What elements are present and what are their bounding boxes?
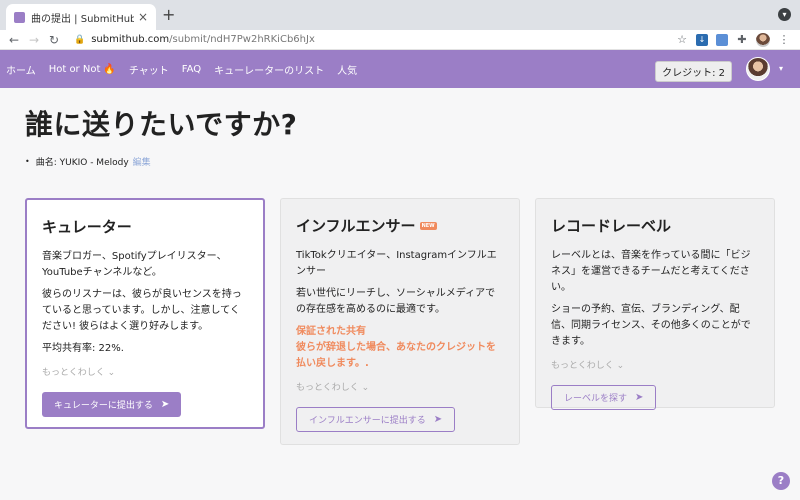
page-title: 誰に送りたいですか?: [25, 108, 298, 141]
url-host: submithub.com: [91, 34, 170, 45]
song-edit-link[interactable]: 編集: [133, 155, 151, 168]
user-menu-caret-icon[interactable]: ▾: [779, 64, 783, 73]
extension-photo-icon[interactable]: [716, 33, 728, 46]
nav-faq[interactable]: FAQ: [182, 64, 201, 75]
browser-toolbar: ← → ↻ 🔒 submithub.com /submit/ndH7Pw2hRK…: [0, 30, 800, 50]
nav-chat[interactable]: チャット: [129, 62, 169, 77]
button-label: キュレーターに提出する: [54, 400, 153, 410]
button-label: インフルエンサーに提出する: [309, 415, 426, 425]
url-path: /submit/ndH7Pw2hRKiCb6hJx: [169, 34, 315, 45]
new-tab-icon[interactable]: +: [162, 5, 175, 24]
guarantee-warning: 保証された共有 彼らが辞退した場合、あなたのクレジットを払い戻します。.: [296, 326, 496, 369]
learn-more-link[interactable]: もっとくわしく ⌄: [296, 380, 504, 393]
nav-hot-or-not[interactable]: Hot or Not 🔥: [49, 64, 116, 75]
site-navbar: ホーム Hot or Not 🔥 チャット FAQ キューレーターのリスト 人気 …: [0, 50, 800, 88]
card-title: キュレーター: [42, 218, 132, 236]
lock-icon: 🔒: [74, 34, 86, 45]
submission-options: キュレーター 音楽ブロガー、Spotifyプレイリスター、YouTubeチャンネ…: [25, 198, 775, 458]
main-content: 誰に送りたいですか? • 曲名: YUKIO - Melody 編集 キュレータ…: [0, 103, 800, 445]
send-icon: ➤: [160, 399, 170, 410]
nav-home[interactable]: ホーム: [6, 62, 36, 77]
button-label: レーベルを探す: [564, 393, 628, 403]
browser-tabbar: 曲の提出 | SubmitHub × + ▾: [0, 0, 800, 30]
learn-more-link[interactable]: もっとくわしく ⌄: [42, 365, 248, 378]
learn-more-link[interactable]: もっとくわしく ⌄: [551, 358, 759, 371]
card-title-text: インフルエンサー: [296, 217, 416, 235]
card-text: 平均共有率: 22%.: [42, 343, 124, 354]
curator-card[interactable]: キュレーター 音楽ブロガー、Spotifyプレイリスター、YouTubeチャンネ…: [25, 198, 265, 429]
back-icon[interactable]: ←: [6, 33, 22, 47]
submit-to-influencers-button[interactable]: インフルエンサーに提出する ➤: [296, 407, 456, 432]
tab-close-icon[interactable]: ×: [138, 10, 148, 24]
chrome-menu-icon[interactable]: ▾: [778, 8, 791, 21]
nav-curator-list[interactable]: キューレーターのリスト: [214, 62, 324, 77]
reload-icon[interactable]: ↻: [46, 33, 62, 47]
browser-tab[interactable]: 曲の提出 | SubmitHub ×: [6, 4, 156, 30]
card-text: 彼らのリスナーは、彼らが良いセンスを持っていると思っています。しかし、注意してく…: [42, 289, 242, 332]
forward-icon[interactable]: →: [26, 33, 42, 47]
extensions-puzzle-icon[interactable]: ✚: [736, 33, 748, 46]
card-text: 音楽ブロガー、Spotifyプレイリスター、YouTubeチャンネルなど。: [42, 251, 227, 278]
site-favicon: [14, 11, 25, 23]
user-avatar[interactable]: [746, 57, 770, 81]
card-text: TikTokクリエイター、Instagramインフルエンサー: [296, 250, 497, 277]
submit-to-curators-button[interactable]: キュレーターに提出する ➤: [42, 392, 182, 417]
bullet-icon: •: [25, 157, 30, 166]
card-text: ショーの予約、宣伝、ブランディング、配信、同期ライセンス、その他多くのことができ…: [551, 304, 751, 347]
record-label-card[interactable]: レコードレーベル レーベルとは、音楽を作っている間に「ビジネス」を運営できるチー…: [535, 198, 775, 410]
help-button[interactable]: ?: [772, 472, 790, 490]
fire-icon: 🔥: [103, 63, 116, 75]
song-label: 曲名: YUKIO - Melody: [35, 158, 129, 168]
bookmark-star-icon[interactable]: ☆: [676, 33, 688, 46]
browser-menu-icon[interactable]: ⋮: [778, 33, 790, 46]
card-text: 若い世代にリーチし、ソーシャルメディアでの存在感を高めるのに最適です。: [296, 288, 496, 315]
nav-popular[interactable]: 人気: [337, 62, 357, 77]
new-badge: NEW: [419, 221, 437, 230]
send-icon: ➤: [635, 392, 644, 403]
song-info: • 曲名: YUKIO - Melody 編集: [25, 155, 775, 168]
credits-badge[interactable]: クレジット: 2: [655, 61, 732, 82]
send-icon: ➤: [433, 414, 443, 425]
card-text: レーベルとは、音楽を作っている間に「ビジネス」を運営できるチームだと考えてくださ…: [551, 250, 751, 293]
influencer-card[interactable]: インフルエンサー NEW TikTokクリエイター、Instagramインフルエ…: [280, 198, 520, 445]
find-labels-button[interactable]: レーベルを探す ➤: [551, 385, 657, 410]
tab-title: 曲の提出 | SubmitHub: [31, 13, 134, 25]
address-bar[interactable]: 🔒 submithub.com /submit/ndH7Pw2hRKiCb6hJ…: [66, 31, 676, 49]
card-title: レコードレーベル: [551, 217, 672, 235]
extension-download-icon[interactable]: ↓: [696, 33, 708, 46]
card-title: インフルエンサー NEW: [296, 215, 504, 236]
nav-hot-or-not-label: Hot or Not: [48, 63, 101, 75]
browser-profile-avatar[interactable]: [756, 32, 770, 47]
